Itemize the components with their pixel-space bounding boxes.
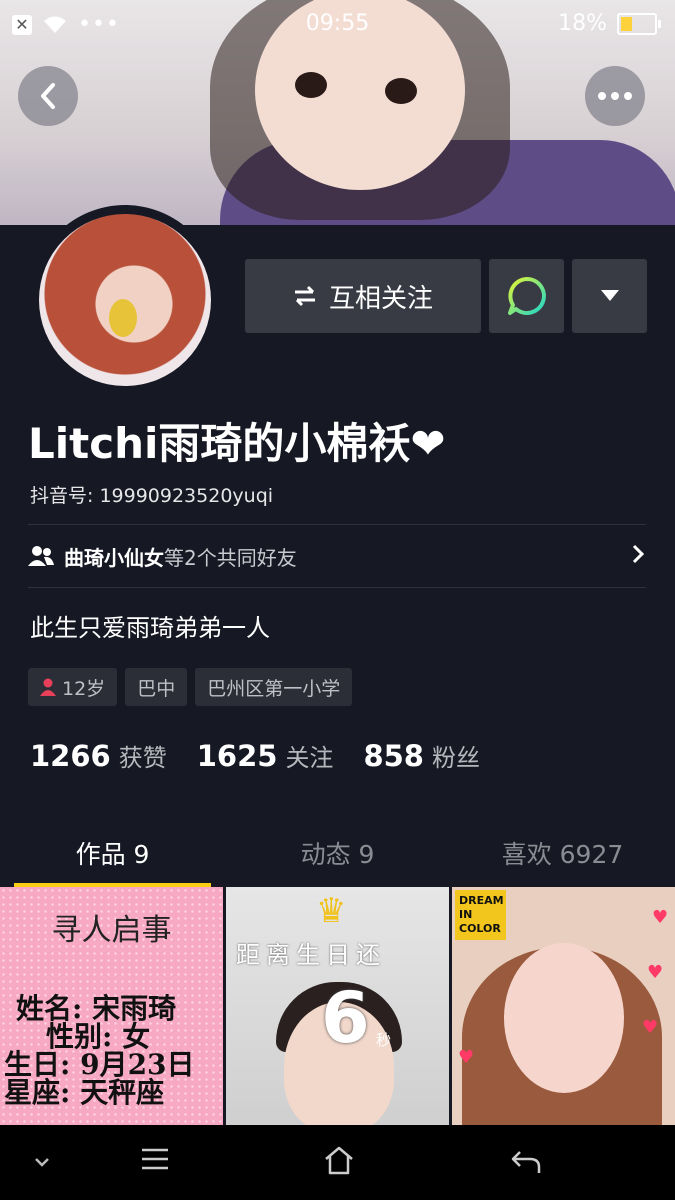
- chevron-left-icon: [41, 83, 55, 109]
- fans-label: 粉丝: [431, 744, 480, 772]
- battery-icon: [617, 12, 661, 35]
- divider: [28, 524, 646, 525]
- tab-likes[interactable]: 喜欢 6927: [450, 825, 675, 887]
- likes-stat[interactable]: 1266 获赞: [30, 738, 167, 773]
- female-user-icon: [40, 678, 56, 696]
- badge-line: DREAM: [459, 894, 504, 907]
- swap-arrows-icon: [294, 285, 315, 307]
- post-thumbnail[interactable]: ♛ 距离生日还 6 秒: [226, 887, 449, 1125]
- ellipsis-icon: [598, 92, 632, 100]
- likes-label: 获赞: [118, 744, 167, 772]
- countdown-unit: 秒: [376, 1031, 392, 1049]
- collapse-chevron-icon[interactable]: [34, 1157, 50, 1167]
- avatar[interactable]: [30, 205, 220, 395]
- dream-badge: DREAM IN COLOR: [455, 890, 506, 940]
- mutual-follow-label: 互相关注: [328, 283, 433, 314]
- menu-icon[interactable]: [140, 1147, 170, 1171]
- mutual-friends-row[interactable]: 曲琦小仙女 等2个共同好友: [28, 526, 646, 586]
- system-nav-bar: [0, 1125, 675, 1200]
- post-thumbnail[interactable]: DREAM IN COLOR ♥ ♥ ♥ ♥: [452, 887, 675, 1125]
- mutual-friends-text: 等2个共同好友: [164, 545, 297, 570]
- home-icon[interactable]: [323, 1145, 355, 1175]
- heart-icon: ♥: [642, 1017, 659, 1038]
- message-button[interactable]: [489, 259, 564, 333]
- countdown-number: 6: [321, 977, 370, 1059]
- profile-tabs: 作品 9 动态 9 喜欢 6927: [0, 825, 675, 887]
- more-options-button[interactable]: [585, 66, 645, 126]
- following-count: 1625: [196, 739, 278, 773]
- status-bar: ✕ ••• 09:55 18%: [0, 0, 675, 48]
- fans-stat[interactable]: 858 粉丝: [363, 738, 480, 773]
- age-tag: 12岁: [28, 668, 118, 706]
- mutual-follow-button[interactable]: 互相关注: [245, 259, 481, 333]
- age-text: 12岁: [62, 677, 106, 700]
- following-stat[interactable]: 1625 关注: [197, 738, 334, 773]
- profile-bio: 此生只爱雨琦弟弟一人: [30, 614, 270, 642]
- school-text: 巴州区第一小学: [207, 677, 341, 700]
- divider: [28, 587, 646, 588]
- badge-line: IN COLOR: [459, 908, 501, 935]
- tab-moments[interactable]: 动态 9: [225, 825, 450, 887]
- location-tag: 巴中: [125, 668, 188, 706]
- works-grid: 寻人启事 姓名: 宋雨琦 性别: 女 生日: 9月23日 星座: 天秤座 ♛ 距…: [0, 887, 675, 1125]
- heart-icon: ♥: [458, 1047, 475, 1068]
- douyin-id: 抖音号: 19990923520yuqi: [30, 485, 274, 507]
- heart-icon: ♥: [647, 962, 664, 983]
- fans-count: 858: [363, 739, 424, 773]
- friends-icon: [28, 546, 54, 566]
- crown-icon: ♛: [316, 891, 347, 931]
- mutual-friend-name: 曲琦小仙女: [64, 545, 164, 570]
- tab-works[interactable]: 作品 9: [0, 825, 225, 887]
- battery-percent: 18%: [558, 11, 607, 36]
- post-header: 距离生日还: [236, 941, 386, 969]
- location-text: 巴中: [137, 677, 176, 700]
- post-title: 寻人启事: [51, 913, 172, 948]
- likes-count: 1266: [30, 739, 111, 773]
- recommend-dropdown-button[interactable]: [572, 259, 647, 333]
- post-line: 星座: 天秤座: [4, 1076, 165, 1109]
- heart-icon: ♥: [652, 907, 669, 928]
- chat-bubble-icon: [507, 277, 546, 315]
- chevron-right-icon: [632, 544, 644, 564]
- school-tag[interactable]: 巴州区第一小学: [195, 668, 353, 706]
- back-button[interactable]: [18, 66, 78, 126]
- profile-name: Litchi雨琦的小棉袄❤: [28, 419, 446, 468]
- back-arrow-icon[interactable]: [510, 1149, 542, 1175]
- caret-down-icon: [600, 290, 619, 301]
- post-thumbnail[interactable]: 寻人启事 姓名: 宋雨琦 性别: 女 生日: 9月23日 星座: 天秤座: [0, 887, 223, 1125]
- following-label: 关注: [285, 744, 334, 772]
